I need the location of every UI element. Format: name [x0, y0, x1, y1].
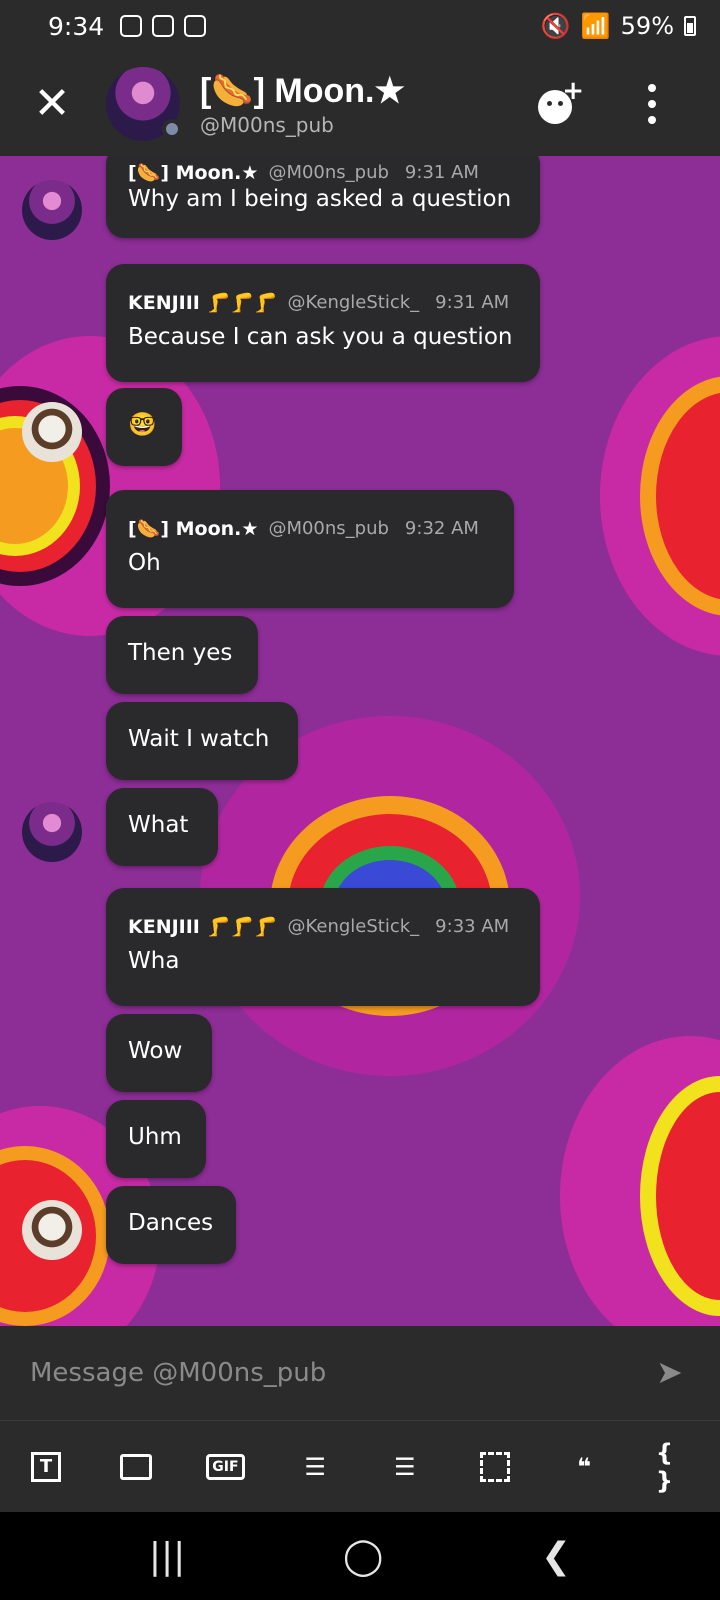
- message-composer: Message @M00ns_pub ➤: [0, 1326, 720, 1420]
- message-text: Why am I being asked a question: [128, 186, 512, 212]
- dm-title: [🌭] Moon.★: [200, 72, 405, 110]
- message-text: Then yes: [128, 640, 233, 666]
- message-bubble[interactable]: Wow: [106, 1014, 212, 1092]
- message-bubble[interactable]: KENJIII 🦵🦵🦵 @KengleStick_ 9:31 AM Becaus…: [106, 264, 540, 382]
- author-handle: @KengleStick_: [287, 915, 420, 937]
- message-bubble[interactable]: 🤓: [106, 388, 182, 466]
- close-button[interactable]: ✕: [22, 74, 82, 134]
- message-text: Because I can ask you a question: [128, 324, 513, 350]
- send-icon: ➤: [656, 1353, 683, 1391]
- message-bubble[interactable]: Wait I watch: [106, 702, 298, 780]
- bullet-list-icon: ☰: [304, 1452, 326, 1481]
- voicemail-icon: [152, 15, 175, 37]
- header-avatar[interactable]: [106, 67, 182, 141]
- message-text: Oh: [128, 550, 161, 576]
- message-bubble[interactable]: Uhm: [106, 1100, 206, 1178]
- back-button[interactable]: ❮: [541, 1536, 571, 1577]
- message-bubble[interactable]: [🌭] Moon.★ @M00ns_pub 9:32 AM Oh: [106, 490, 514, 608]
- message-bubble[interactable]: Then yes: [106, 616, 258, 694]
- image-button[interactable]: [118, 1449, 154, 1485]
- status-bar: 9:34 🔇 📶 59%: [0, 0, 720, 52]
- message-bubble[interactable]: [🌭] Moon.★ @M00ns_pub 9:31 AM Why am I b…: [106, 156, 540, 238]
- battery-icon: [684, 16, 696, 36]
- message-bubble[interactable]: Dances: [106, 1186, 236, 1264]
- notification-icons: [120, 15, 207, 37]
- message-time: 9:32 AM: [404, 517, 479, 539]
- quote-icon: ❝: [577, 1452, 592, 1481]
- send-button[interactable]: ➤: [656, 1356, 690, 1390]
- add-friend-button[interactable]: +: [538, 76, 586, 128]
- message-text: Wait I watch: [128, 726, 270, 752]
- message-input[interactable]: Message @M00ns_pub: [30, 1358, 656, 1388]
- system-status: 🔇 📶 59%: [541, 12, 696, 40]
- message-text: Wha: [128, 948, 180, 974]
- quote-button[interactable]: ❝: [566, 1449, 602, 1485]
- author-name[interactable]: KENJIII 🦵🦵🦵: [128, 291, 277, 314]
- text-format-icon: T: [31, 1451, 61, 1482]
- code-button[interactable]: { }: [656, 1439, 692, 1495]
- message-text: What: [128, 812, 189, 838]
- message-text: Dances: [128, 1210, 214, 1236]
- message-text: Wow: [128, 1038, 183, 1064]
- avatar[interactable]: [22, 402, 82, 462]
- message-text: Uhm: [128, 1124, 182, 1150]
- message-time: 9:33 AM: [435, 915, 510, 937]
- gif-button[interactable]: GIF: [206, 1449, 245, 1485]
- author-handle: @KengleStick_: [287, 291, 420, 313]
- discord-icon: [120, 15, 143, 37]
- avatar[interactable]: [22, 1200, 82, 1260]
- author-handle: @M00ns_pub: [268, 161, 389, 183]
- author-name[interactable]: [🌭] Moon.★: [128, 161, 258, 184]
- dm-header: ✕ [🌭] Moon.★ @M00ns_pub +: [0, 52, 720, 156]
- dm-subtitle: @M00ns_pub: [200, 113, 334, 137]
- image-icon: [119, 1453, 152, 1480]
- wifi-icon: 📶: [580, 12, 611, 40]
- spoiler-icon: [479, 1451, 510, 1482]
- numbered-list-icon: ☰: [394, 1452, 416, 1481]
- message-time: 9:31 AM: [404, 161, 479, 183]
- message-bubble[interactable]: What: [106, 788, 218, 866]
- text-format-button[interactable]: T: [28, 1449, 64, 1485]
- author-name[interactable]: [🌭] Moon.★: [128, 517, 258, 540]
- format-toolbar: T GIF ☰ ☰ ❝ { }: [0, 1420, 720, 1512]
- message-text: 🤓: [128, 412, 157, 438]
- avatar[interactable]: [22, 180, 82, 240]
- message-time: 9:31 AM: [435, 291, 510, 313]
- author-name[interactable]: KENJIII 🦵🦵🦵: [128, 915, 277, 938]
- author-handle: @M00ns_pub: [268, 517, 389, 539]
- numbered-list-button[interactable]: ☰: [387, 1449, 423, 1485]
- home-button[interactable]: ◯: [343, 1536, 383, 1577]
- code-icon: { }: [655, 1438, 674, 1495]
- bullet-list-button[interactable]: ☰: [297, 1449, 333, 1485]
- battery-level: 59%: [620, 12, 674, 40]
- avatar[interactable]: [22, 802, 82, 862]
- chat-area[interactable]: [🌭] Moon.★ @M00ns_pub 9:31 AM Why am I b…: [0, 156, 720, 1326]
- status-dot: [162, 119, 182, 139]
- spoiler-button[interactable]: [477, 1449, 513, 1485]
- close-icon: ✕: [33, 78, 71, 129]
- more-options-button[interactable]: [634, 84, 670, 124]
- gif-icon: GIF: [206, 1453, 245, 1480]
- mute-icon: 🔇: [540, 12, 571, 40]
- recents-button[interactable]: |||: [149, 1536, 185, 1577]
- status-time: 9:34: [48, 11, 105, 41]
- system-nav-bar: ||| ◯ ❮: [0, 1512, 720, 1600]
- gallery-icon: [184, 15, 207, 37]
- title-block[interactable]: [🌭] Moon.★ @M00ns_pub: [200, 71, 405, 137]
- message-bubble[interactable]: KENJIII 🦵🦵🦵 @KengleStick_ 9:33 AM Wha: [106, 888, 540, 1006]
